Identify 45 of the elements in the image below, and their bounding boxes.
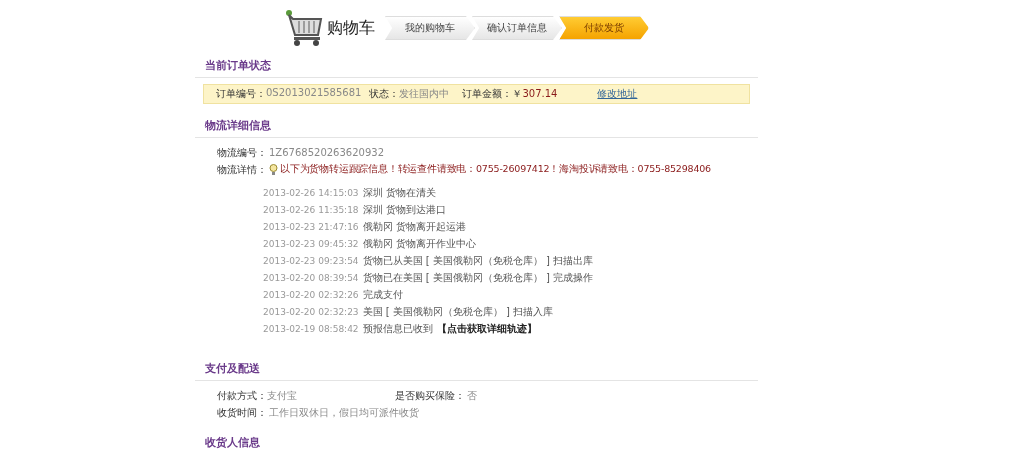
section-title: 收货人信息 [204,435,261,451]
event-text: 深圳 货物在清关 [362,185,436,200]
event-text: 俄勒冈 货物离开作业中心 [362,236,476,251]
section-title: 支付及配送 [195,351,758,381]
tracking-notice: 以下为货物转运跟踪信息！转运查件请致电：0755-26097412！海淘投诉请致电：0755-85298406 [280,163,711,176]
progress-step: 确认订单信息 [472,16,562,40]
event-time: 2013-02-20 08:39:54 [263,271,359,284]
progress-step: 付款发货 [559,16,649,40]
tracking-detail-link[interactable]: 【点击获取详细轨迹】 [436,321,537,336]
logo-text: 购物车 [327,17,375,39]
field-label: 状态： [369,87,400,101]
event-time: 2013-02-20 02:32:23 [263,305,359,318]
field-label: 付款方式： [217,388,267,403]
field-label: 订单金额： [462,87,513,101]
tracking-number: 1Z6768520263620932 [269,147,384,158]
section-title: 当前订单状态 [195,48,758,78]
event-text: 俄勒冈 货物离开起运港 [362,219,466,234]
event-text: 货物已在美国 [ 美国俄勒冈（免税仓库） ] 完成操作 [362,270,594,285]
event-time: 2013-02-23 09:23:54 [263,254,359,267]
field-value: 0S2013021585681 [266,87,362,100]
progress-step: 我的购物车 [385,16,475,40]
lightbulb-icon [269,163,278,176]
event-text: 预报信息已收到 [362,321,433,336]
field-label: 是否购买保险： [395,388,465,403]
event-text: 货物已从美国 [ 美国俄勒冈（免税仓库） ] 扫描出库 [362,253,594,268]
field-value: 否 [467,388,477,403]
event-text: 深圳 货物到达港口 [362,202,446,217]
order-amount: ￥307.14 [512,87,558,101]
shopping-cart-icon [285,9,325,47]
event-time: 2013-02-26 11:35:18 [263,203,359,216]
event-text: 美国 [ 美国俄勒冈（免税仓库） ] 扫描入库 [362,304,554,319]
event-time: 2013-02-19 08:58:42 [263,322,359,335]
field-label: 订单编号： [216,87,266,101]
event-time: 2013-02-23 09:45:32 [263,237,359,250]
event-time: 2013-02-26 14:15:03 [263,186,359,199]
event-text: 完成支付 [362,287,403,302]
field-value: 工作日双休日，假日均可派件收货 [269,405,419,420]
event-time: 2013-02-23 21:47:16 [263,220,359,233]
field-label: 物流编号： [217,145,267,160]
section-title: 物流详细信息 [195,108,758,138]
event-time: 2013-02-20 02:32:26 [263,288,359,301]
edit-address-link[interactable]: 修改地址 [597,87,638,101]
field-label: 收货时间： [217,405,267,420]
field-value: 支付宝 [267,388,297,403]
field-label: 物流详情： [217,162,267,177]
